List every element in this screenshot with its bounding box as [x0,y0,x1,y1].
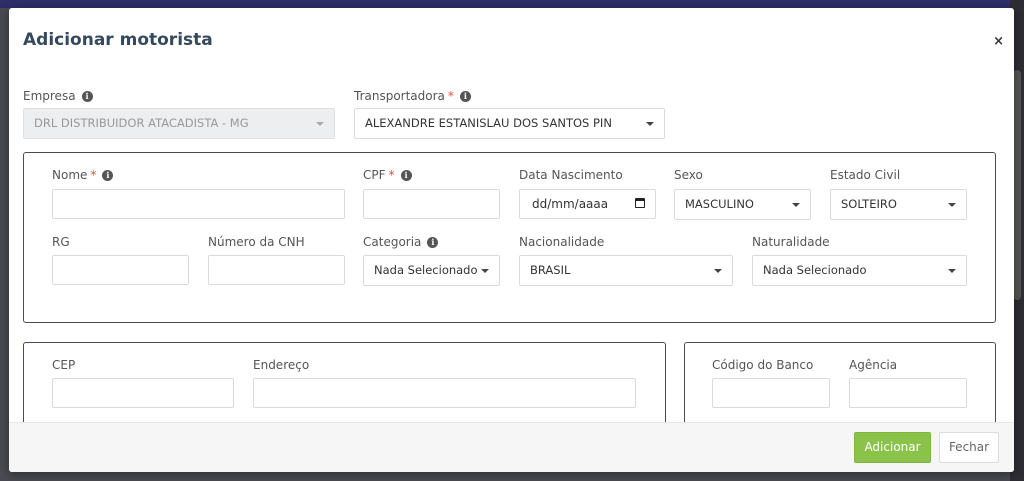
categoria-label: Categoria i [363,235,439,249]
transportadora-select-value: ALEXANDRE ESTANISLAU DOS SANTOS PIN [365,116,612,130]
chevron-down-icon [714,269,722,273]
codigo-banco-input[interactable] [712,378,830,408]
transportadora-label: Transportadora * i [354,89,471,103]
date-placeholder: dd/mm/aaaa [532,197,609,211]
info-icon[interactable]: i [427,237,439,248]
categoria-select-value: Nada Selecionado [374,263,478,277]
add-button[interactable]: Adicionar [854,432,931,463]
agencia-label: Agência [849,358,898,372]
empresa-select: DRL DISTRIBUIDOR ATACADISTA - MG [23,108,335,139]
rg-input[interactable] [52,255,189,285]
cpf-input[interactable] [363,189,500,219]
nome-label: Nome * i [52,168,114,182]
close-button[interactable]: Fechar [939,432,999,463]
chevron-down-icon [481,269,489,273]
nome-label-text: Nome [52,168,88,182]
naturalidade-label: Naturalidade [752,235,830,249]
nacionalidade-select-value: BRASIL [530,263,571,277]
codigo-banco-label: Código do Banco [712,358,814,372]
estado-civil-select-value: SOLTEIRO [841,197,897,211]
modal-title: Adicionar motorista [23,30,213,50]
backdrop-header-bar [0,0,1024,8]
required-marker: * [447,89,454,103]
close-icon[interactable]: × [993,34,1004,49]
modal-header: Adicionar motorista × [9,8,1014,70]
estado-civil-select[interactable]: SOLTEIRO [830,189,967,220]
chevron-down-icon [316,122,324,126]
sexo-select-value: MASCULINO [685,197,754,211]
chevron-down-icon [948,269,956,273]
info-icon[interactable]: i [400,170,412,181]
endereco-label: Endereço [253,358,310,372]
naturalidade-select[interactable]: Nada Selecionado [752,255,967,286]
sexo-label: Sexo [674,168,703,182]
rg-label: RG [52,235,70,249]
chevron-down-icon [948,203,956,207]
transportadora-label-text: Transportadora [354,89,445,103]
nacionalidade-label: Nacionalidade [519,235,605,249]
calendar-icon[interactable] [635,198,645,208]
data-nascimento-label: Data Nascimento [519,168,623,182]
agencia-input[interactable] [849,378,967,408]
chevron-down-icon [792,203,800,207]
naturalidade-select-value: Nada Selecionado [763,263,867,277]
info-icon[interactable]: i [459,91,471,102]
nome-input[interactable] [52,189,345,219]
cep-label: CEP [52,358,76,372]
cpf-label: CPF * i [363,168,412,182]
data-nascimento-input[interactable]: dd/mm/aaaa [519,189,656,219]
numero-cnh-label: Número da CNH [208,235,305,249]
cep-input[interactable] [52,378,234,408]
required-marker: * [90,168,97,182]
info-icon[interactable]: i [81,91,93,102]
nacionalidade-select[interactable]: BRASIL [519,255,733,286]
scrollbar-thumb[interactable] [1013,70,1021,300]
transportadora-select[interactable]: ALEXANDRE ESTANISLAU DOS SANTOS PIN [354,108,665,139]
required-marker: * [388,168,395,182]
modal-footer: Adicionar Fechar [9,422,1014,472]
info-icon[interactable]: i [102,170,114,181]
sexo-select[interactable]: MASCULINO [674,189,811,220]
numero-cnh-input[interactable] [208,255,345,285]
empresa-label: Empresa i [23,89,93,103]
cpf-label-text: CPF [363,168,386,182]
add-driver-modal: Adicionar motorista × Empresa i DRL DISTR… [9,8,1014,472]
endereco-input[interactable] [253,378,636,408]
empresa-label-text: Empresa [23,89,76,103]
empresa-select-value: DRL DISTRIBUIDOR ATACADISTA - MG [34,116,249,130]
categoria-label-text: Categoria [363,235,422,249]
estado-civil-label: Estado Civil [830,168,901,182]
categoria-select[interactable]: Nada Selecionado [363,255,500,286]
chevron-down-icon [646,122,654,126]
